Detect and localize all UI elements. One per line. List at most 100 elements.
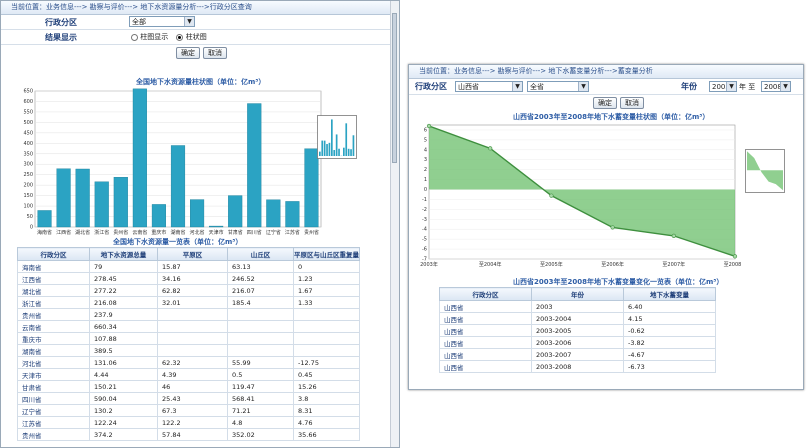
thumbnail-bar bbox=[319, 151, 321, 156]
region-link[interactable]: 甘肃省 bbox=[17, 380, 90, 393]
table-cell: 55.99 bbox=[227, 356, 294, 369]
table-cell: 2003-2006 bbox=[531, 336, 624, 349]
region-link[interactable]: 天津市 bbox=[17, 368, 90, 381]
chart-only-label: 柱图显示 bbox=[140, 33, 169, 41]
bar[interactable] bbox=[37, 210, 52, 228]
national-resource-window: 当前位置：业务信息---> 勘察与评价---> 地下水资源量分析--->行政分区… bbox=[0, 0, 400, 448]
column-header: 行政分区 bbox=[439, 287, 532, 301]
bar[interactable] bbox=[247, 103, 262, 228]
table-cell: 0.5 bbox=[227, 368, 294, 381]
bar[interactable] bbox=[285, 201, 300, 228]
table-row: 山西省 2003-2004 4.15 bbox=[439, 312, 716, 325]
region-link[interactable]: 山西省 bbox=[439, 300, 532, 313]
data-point[interactable] bbox=[549, 193, 554, 198]
province-select[interactable]: 山西省 ▼ bbox=[455, 81, 523, 92]
region-link[interactable]: 江西省 bbox=[17, 272, 90, 285]
x-tick-label: 江苏省 bbox=[285, 229, 300, 236]
table-cell: 150.21 bbox=[89, 380, 158, 393]
bar[interactable] bbox=[304, 148, 319, 228]
table-cell: 4.15 bbox=[623, 312, 716, 325]
bar[interactable] bbox=[113, 177, 128, 228]
year-to-select[interactable]: 2008 ▼ bbox=[761, 81, 791, 92]
region-link[interactable]: 山西省 bbox=[439, 324, 532, 337]
region-link[interactable]: 江苏省 bbox=[17, 416, 90, 429]
table-cell: 237.9 bbox=[89, 308, 158, 321]
region-select-value: 全部 bbox=[132, 18, 146, 26]
table-cell: 122.2 bbox=[157, 416, 228, 429]
x-tick-label: 至2005年 bbox=[540, 261, 563, 268]
region-link[interactable]: 贵州省 bbox=[17, 308, 90, 321]
table-cell bbox=[293, 332, 360, 345]
region-link[interactable]: 山西省 bbox=[439, 312, 532, 325]
region-link[interactable]: 河北省 bbox=[17, 356, 90, 369]
table-cell: 131.06 bbox=[89, 356, 158, 369]
region-link[interactable]: 山西省 bbox=[439, 336, 532, 349]
table-cell: 590.04 bbox=[89, 392, 158, 405]
table-cell: 107.88 bbox=[89, 332, 158, 345]
x-tick-label: 湖南省 bbox=[170, 229, 185, 236]
region-select[interactable]: 全部 ▼ bbox=[129, 16, 195, 27]
table-cell: 119.47 bbox=[227, 380, 294, 393]
data-point[interactable] bbox=[732, 254, 738, 259]
data-point[interactable] bbox=[426, 123, 432, 129]
area-chart-thumbnail[interactable] bbox=[745, 149, 785, 193]
region-link[interactable]: 山西省 bbox=[439, 348, 532, 361]
region-link[interactable]: 辽宁省 bbox=[17, 404, 90, 417]
cancel-button[interactable]: 取消 bbox=[203, 47, 227, 59]
region-link[interactable]: 浙江省 bbox=[17, 296, 90, 309]
region-link[interactable]: 贵州省 bbox=[17, 428, 90, 441]
table-row: 山西省 2003-2005 -0.62 bbox=[439, 324, 716, 337]
region-link[interactable]: 湖北省 bbox=[17, 284, 90, 297]
bar[interactable] bbox=[228, 195, 243, 228]
thumbnail-bar bbox=[323, 140, 326, 156]
data-point[interactable] bbox=[671, 233, 676, 238]
chart-only-radio[interactable] bbox=[131, 33, 138, 41]
region-link[interactable]: 四川省 bbox=[17, 392, 90, 405]
x-tick-label: 河北省 bbox=[190, 229, 205, 236]
bar-chart-label: 柱状图 bbox=[185, 33, 207, 41]
data-point[interactable] bbox=[488, 146, 493, 151]
table-cell bbox=[293, 320, 360, 333]
column-header: 年份 bbox=[531, 287, 624, 301]
confirm-button[interactable]: 确定 bbox=[593, 97, 617, 109]
bar[interactable] bbox=[209, 225, 224, 228]
bar[interactable] bbox=[94, 181, 109, 228]
region-link[interactable]: 重庆市 bbox=[17, 332, 90, 345]
table-cell: 0 bbox=[293, 260, 360, 273]
bar[interactable] bbox=[190, 199, 205, 228]
cancel-button[interactable]: 取消 bbox=[620, 97, 644, 109]
year-from-select[interactable]: 2003 ▼ bbox=[709, 81, 737, 92]
column-header: 平原区与山丘区重复量 bbox=[293, 247, 360, 261]
bar[interactable] bbox=[132, 88, 147, 228]
thumbnail-bar bbox=[347, 148, 350, 156]
scrollbar-thumb[interactable] bbox=[392, 13, 397, 163]
bar[interactable] bbox=[56, 168, 71, 228]
bar[interactable] bbox=[170, 145, 186, 228]
x-tick-label: 天津市 bbox=[209, 229, 224, 236]
column-header: 平原区 bbox=[157, 247, 228, 261]
region-link[interactable]: 湖南省 bbox=[17, 344, 90, 357]
x-tick-label: 重庆市 bbox=[151, 229, 166, 236]
region-link[interactable]: 山西省 bbox=[439, 360, 532, 373]
data-point[interactable] bbox=[610, 225, 615, 230]
bar[interactable] bbox=[75, 168, 90, 228]
bar[interactable] bbox=[151, 204, 166, 228]
table-row: 云南省 660.34 bbox=[17, 320, 360, 333]
table-cell: 4.39 bbox=[157, 368, 228, 381]
table-cell: 57.84 bbox=[157, 428, 228, 441]
y-tick-label: 0 bbox=[424, 187, 427, 193]
storage-table: 行政分区 年份 地下水蓄变量 山西省 2003 6.40 山西省 2003-2004 4.15… bbox=[439, 287, 716, 373]
breadcrumb: 当前位置：业务信息---> 勘察与评价---> 地下水蓄变量分析--->蓄变量分… bbox=[409, 65, 803, 79]
region-link[interactable]: 云南省 bbox=[17, 320, 90, 333]
table-cell: 63.13 bbox=[227, 260, 294, 273]
y-tick-label: 450 bbox=[23, 130, 33, 136]
y-tick-label: 250 bbox=[23, 172, 33, 178]
bar-chart-thumbnail[interactable] bbox=[317, 115, 357, 159]
vertical-scrollbar[interactable] bbox=[390, 1, 399, 447]
region-link[interactable]: 海南省 bbox=[17, 260, 90, 273]
bar[interactable] bbox=[266, 199, 281, 228]
city-select[interactable]: 全省 ▼ bbox=[527, 81, 589, 92]
bar-chart-radio[interactable] bbox=[176, 33, 184, 41]
x-tick-label: 2003年 bbox=[420, 261, 438, 268]
confirm-button[interactable]: 确定 bbox=[176, 47, 200, 59]
